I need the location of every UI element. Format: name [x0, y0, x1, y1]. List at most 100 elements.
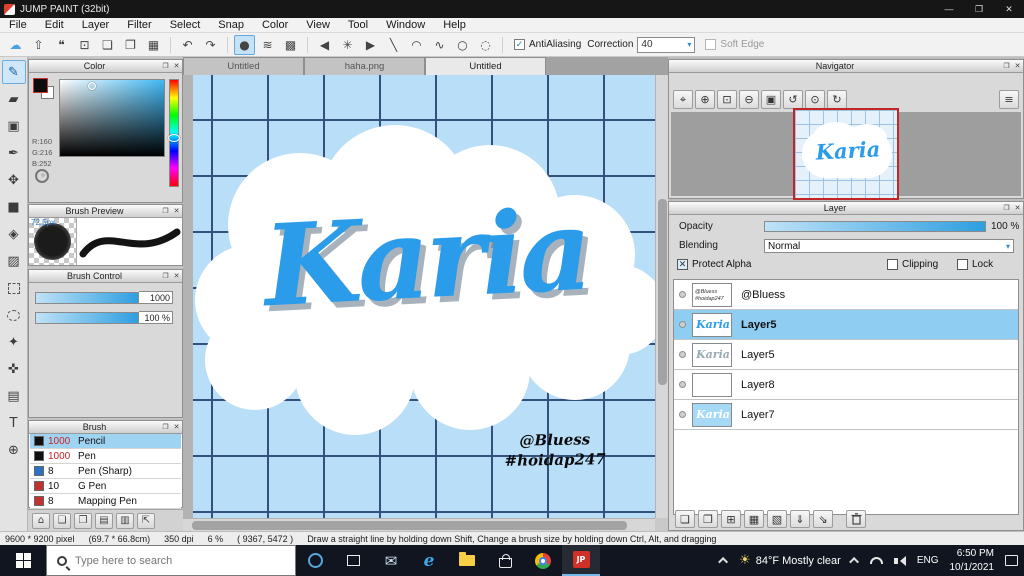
clipping-checkbox[interactable]: Clipping — [887, 259, 938, 270]
select-rect-tool[interactable] — [2, 276, 26, 300]
taskbar-search[interactable] — [46, 545, 296, 576]
language-indicator[interactable]: ENG — [917, 555, 939, 566]
layer-row-layer7[interactable]: Karia Layer7 — [674, 400, 1018, 430]
folder-open-icon[interactable]: ▥ — [116, 512, 134, 529]
jump-paint-app-button[interactable]: JP — [562, 545, 600, 576]
brush-shape-button[interactable]: ● — [234, 34, 255, 55]
brush-size-slider[interactable] — [35, 291, 139, 304]
cortana-button[interactable] — [296, 545, 334, 576]
float-panel-icon[interactable]: ❐ — [160, 207, 171, 215]
eraser-tool[interactable]: ▰ — [2, 87, 26, 111]
drawing-canvas[interactable]: Karia @Bluess #hoidap247 — [193, 75, 655, 518]
new-canvas-icon[interactable]: ❏ — [53, 512, 71, 529]
menu-file[interactable]: File — [0, 19, 36, 31]
tone-tool[interactable]: ▤ — [2, 384, 26, 408]
tab-haha-png[interactable]: haha.png — [304, 57, 425, 75]
menu-filter[interactable]: Filter — [118, 19, 160, 31]
vertical-scroll-thumb[interactable] — [658, 199, 667, 386]
close-button[interactable]: ✕ — [994, 0, 1024, 18]
store-app-button[interactable] — [486, 545, 524, 576]
volume-button[interactable] — [893, 555, 906, 566]
rotate-right-icon[interactable]: ↻ — [827, 90, 847, 109]
layer-visibility-dot[interactable] — [679, 381, 686, 388]
ink-pen-tool[interactable]: ✒ — [2, 141, 26, 165]
tab-untitled-1[interactable]: Untitled — [183, 57, 304, 75]
brush-item-mapping-pen[interactable]: 8 Mapping Pen — [30, 494, 181, 509]
layer-visibility-dot[interactable] — [679, 321, 686, 328]
lock-checkbox[interactable]: Lock — [957, 259, 993, 270]
tab-untitled-2[interactable]: Untitled — [425, 57, 546, 75]
transform-tool[interactable]: ✜ — [2, 357, 26, 381]
tray-caret-icon[interactable] — [848, 556, 859, 567]
saturation-value-picker[interactable] — [59, 79, 165, 157]
color-wheel-icon[interactable] — [35, 169, 49, 183]
weather-widget[interactable]: ☀ 84°F Mostly clear — [739, 553, 841, 568]
chrome-app-button[interactable] — [524, 545, 562, 576]
grid-view-icon[interactable]: ▦ — [143, 35, 164, 55]
close-panel-icon[interactable]: ✕ — [171, 272, 182, 280]
comment-icon[interactable]: ❝ — [51, 35, 72, 55]
close-panel-icon[interactable]: ✕ — [1012, 204, 1023, 212]
mail-app-button[interactable]: ✉ — [372, 545, 410, 576]
home-icon[interactable]: ⌂ — [32, 512, 50, 529]
halftone-layer-icon[interactable]: ▦ — [744, 510, 764, 528]
antialiasing-checkbox[interactable]: ✓ AntiAliasing — [514, 39, 581, 50]
lasso-tool[interactable] — [2, 303, 26, 327]
close-panel-icon[interactable]: ✕ — [171, 207, 182, 215]
close-panel-icon[interactable]: ✕ — [1012, 62, 1023, 70]
pen-tool[interactable]: ✎ — [1, 60, 26, 84]
layer-visibility-dot[interactable] — [679, 351, 686, 358]
menu-edit[interactable]: Edit — [36, 19, 73, 31]
gradient-tool[interactable]: ▨ — [2, 249, 26, 273]
menu-help[interactable]: Help — [434, 19, 475, 31]
layer-visibility-dot[interactable] — [679, 411, 686, 418]
delete-layer-icon[interactable] — [846, 510, 866, 528]
protect-alpha-checkbox[interactable]: ✕ Protect Alpha — [677, 259, 751, 270]
fill-rect-tool[interactable]: ■ — [2, 195, 26, 219]
layer-visibility-dot[interactable] — [679, 291, 686, 298]
maximize-button[interactable]: ❐ — [964, 0, 994, 18]
curve-tool-icon[interactable]: ◠ — [406, 35, 427, 55]
duplicate-layer-icon[interactable]: ❐ — [698, 510, 718, 528]
publish-icon[interactable]: ⇧ — [28, 35, 49, 55]
network-icon[interactable] — [869, 557, 883, 564]
fit-screen-icon[interactable]: ⊡ — [717, 90, 737, 109]
float-panel-icon[interactable]: ❐ — [1001, 62, 1012, 70]
new-layer-icon[interactable]: ❏ — [675, 510, 695, 528]
menu-color[interactable]: Color — [253, 19, 297, 31]
ellipse-tool-icon[interactable]: ○ — [452, 35, 473, 55]
layer-row-layer8[interactable]: Layer8 — [674, 370, 1018, 400]
float-panel-icon[interactable]: ❐ — [160, 272, 171, 280]
folder-icon[interactable]: ▤ — [95, 512, 113, 529]
rotate-right-icon[interactable]: ▶ — [360, 35, 381, 55]
move-tool[interactable]: ✥ — [2, 168, 26, 192]
menu-window[interactable]: Window — [377, 19, 434, 31]
zoom-tool[interactable]: ⊕ — [2, 438, 26, 462]
s-curve-tool-icon[interactable]: ∿ — [429, 35, 450, 55]
cloud-icon[interactable]: ☁ — [5, 35, 26, 55]
transfer-layer-icon[interactable]: ⇘ — [813, 510, 833, 528]
layer-row-bluess[interactable]: @Bluess #hoidap247 @Bluess — [674, 280, 1018, 310]
float-panel-icon[interactable]: ❐ — [160, 423, 171, 431]
duplicate-doc-icon[interactable]: ❐ — [120, 35, 141, 55]
layer-row-layer5-selected[interactable]: Karia Layer5 — [674, 310, 1018, 340]
foreground-color-swatch[interactable] — [33, 78, 48, 93]
menu-tool[interactable]: Tool — [339, 19, 377, 31]
soft-edge-checkbox[interactable]: Soft Edge — [705, 39, 764, 50]
reset-rotation-icon[interactable]: ⊙ — [805, 90, 825, 109]
explorer-app-button[interactable] — [448, 545, 486, 576]
search-input[interactable] — [75, 554, 275, 567]
pan-icon[interactable]: ⌖ — [673, 90, 693, 109]
brush-item-pencil[interactable]: 1000 Pencil — [30, 434, 181, 449]
brush-opacity-slider[interactable] — [35, 311, 139, 324]
float-panel-icon[interactable]: ❐ — [1001, 204, 1012, 212]
layer-row-layer5[interactable]: Karia Layer5 — [674, 340, 1018, 370]
new-folder-icon[interactable]: ⊞ — [721, 510, 741, 528]
minimize-button[interactable]: — — [934, 0, 964, 18]
doc-list-icon[interactable]: ❐ — [74, 512, 92, 529]
notification-center-button[interactable] — [1005, 555, 1018, 566]
merge-down-icon[interactable]: ⇓ — [790, 510, 810, 528]
brush-opacity-value[interactable]: 100 % — [139, 311, 173, 324]
close-panel-icon[interactable]: ✕ — [171, 423, 182, 431]
brush-item-pen-sharp[interactable]: 8 Pen (Sharp) — [30, 464, 181, 479]
